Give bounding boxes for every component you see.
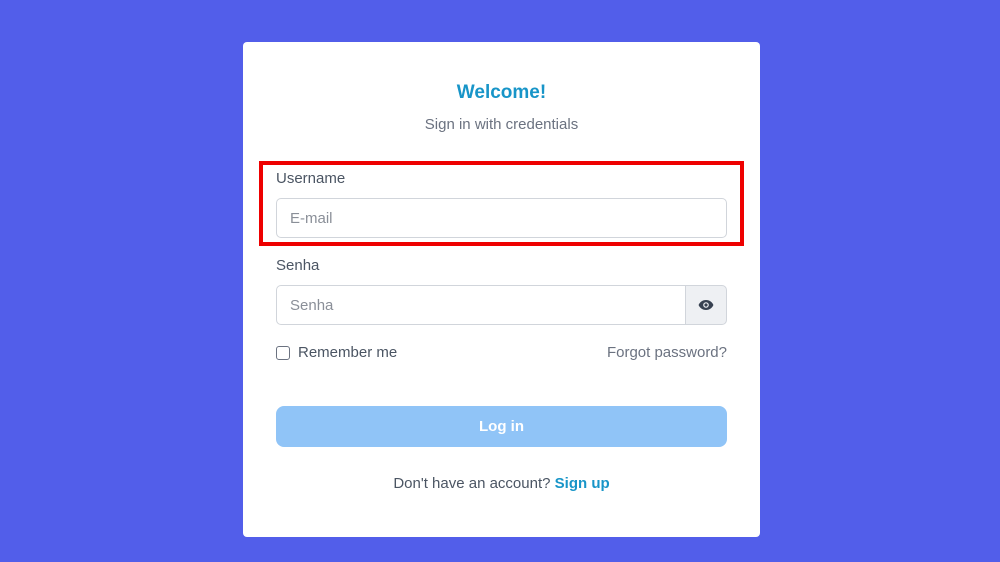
password-field[interactable]	[276, 285, 686, 325]
username-label: Username	[276, 170, 346, 187]
signup-row: Don't have an account? Sign up	[243, 475, 760, 492]
signup-prompt: Don't have an account?	[393, 475, 551, 492]
login-card: Welcome! Sign in with credentials Userna…	[243, 42, 760, 537]
toggle-password-visibility-button[interactable]	[685, 285, 727, 325]
signin-subtitle: Sign in with credentials	[424, 116, 579, 133]
remember-me-label: Remember me	[298, 344, 398, 361]
remember-me-toggle[interactable]: Remember me	[276, 344, 397, 361]
email-field[interactable]	[276, 198, 727, 238]
remember-me-checkbox[interactable]	[276, 345, 290, 360]
login-button[interactable]: Log in	[276, 406, 727, 447]
eye-icon	[698, 300, 714, 310]
welcome-title: Welcome!	[456, 82, 547, 103]
forgot-password-link[interactable]: Forgot password?	[607, 344, 727, 361]
password-label: Senha	[276, 257, 320, 274]
signup-link[interactable]: Sign up	[555, 475, 610, 492]
